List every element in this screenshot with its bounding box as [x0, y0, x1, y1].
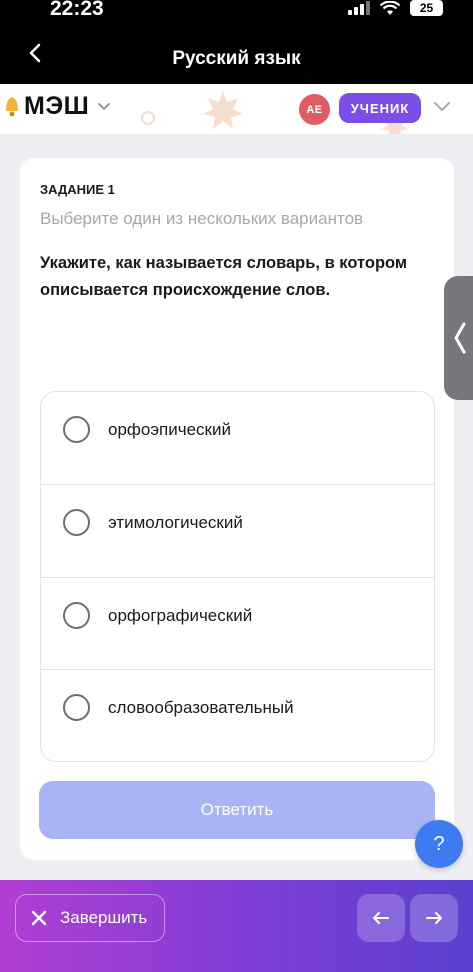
role-badge[interactable]: УЧЕНИК [339, 93, 421, 123]
chevron-left-icon [454, 322, 466, 354]
task-question: Укажите, как называется словарь, в котор… [40, 254, 408, 299]
bell-icon [6, 96, 18, 116]
finish-label: Завершить [60, 908, 148, 927]
logo-text: МЭШ [24, 92, 90, 120]
task-card: ЗАДАНИЕ 1 Выберите один из нескольких ва… [20, 158, 454, 860]
side-panel-toggle[interactable] [444, 276, 473, 400]
status-bar: 22:23 25 [0, 0, 473, 22]
option-label: словообразовательный [108, 698, 294, 718]
radio-button[interactable] [63, 601, 90, 629]
arrow-left-icon [373, 912, 389, 924]
circle-decoration-icon [141, 111, 155, 125]
answer-button[interactable]: Ответить [39, 781, 435, 839]
chevron-down-icon[interactable] [97, 102, 111, 112]
radio-button[interactable] [63, 694, 90, 722]
radio-button[interactable] [63, 416, 90, 443]
signal-icon [348, 1, 370, 15]
option-label: этимологический [108, 512, 243, 532]
answer-option[interactable]: словообразовательный [41, 670, 434, 763]
help-button[interactable]: ? [415, 820, 463, 868]
close-icon [31, 910, 47, 926]
answer-option[interactable]: орфографический [41, 578, 434, 671]
chevron-down-icon[interactable] [433, 101, 451, 113]
logo[interactable]: МЭШ [4, 92, 111, 121]
page-title: Русский язык [172, 48, 301, 69]
radio-button[interactable] [63, 508, 90, 536]
status-icons: 25 [348, 0, 443, 16]
status-time: 22:23 [50, 0, 104, 20]
battery-icon: 25 [410, 0, 443, 16]
previous-button[interactable] [357, 894, 405, 942]
avatar[interactable]: АЕ [299, 94, 330, 125]
app-header: МЭШ АЕ УЧЕНИК [0, 84, 473, 134]
arrow-right-icon [426, 912, 442, 924]
task-hint: Выберите один из нескольких вариантов [40, 209, 364, 228]
leaf-decoration-icon [203, 91, 243, 129]
wifi-icon [380, 0, 400, 15]
answer-option[interactable]: орфоэпический [41, 392, 434, 485]
bottom-bar: Завершить [0, 880, 473, 972]
next-button[interactable] [410, 894, 458, 942]
finish-button[interactable]: Завершить [15, 894, 165, 942]
option-label: орфографический [108, 605, 253, 625]
answer-options: орфоэпический этимологический орфографич… [40, 391, 435, 762]
nav-bar: Русский язык [0, 22, 473, 84]
task-number: ЗАДАНИЕ 1 [40, 182, 115, 197]
answer-option[interactable]: этимологический [41, 485, 434, 578]
option-label: орфоэпический [108, 420, 231, 439]
